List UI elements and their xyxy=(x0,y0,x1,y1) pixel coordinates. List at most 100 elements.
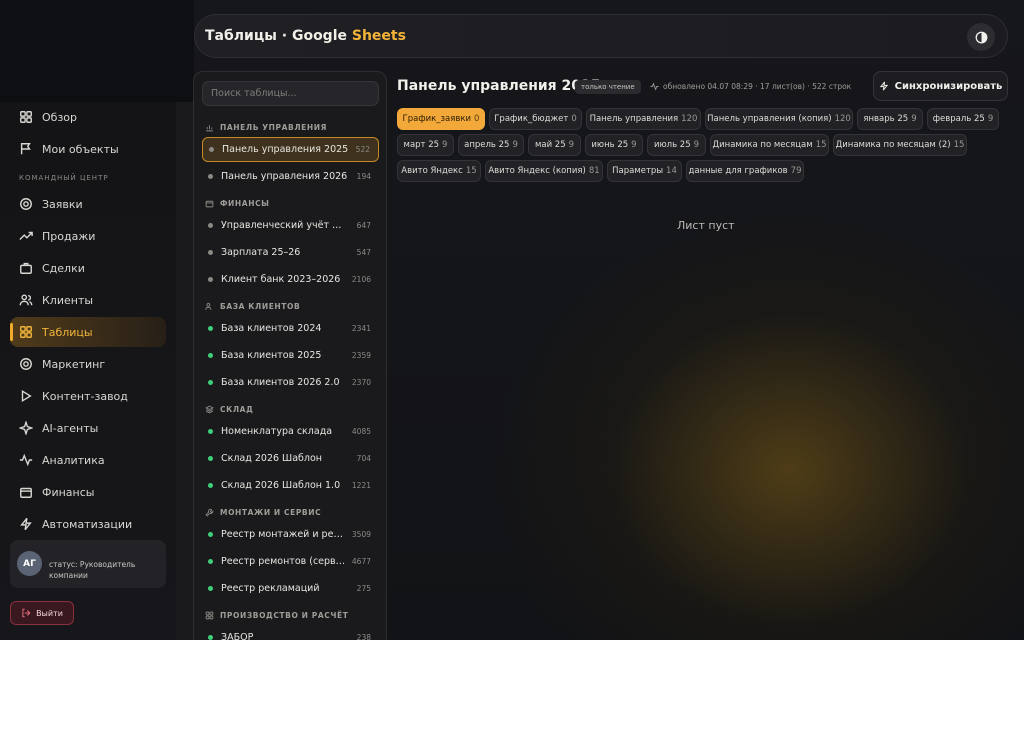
table-item[interactable]: База клиентов 2024 2341 xyxy=(202,316,379,341)
nav-item-marketing[interactable]: Маркетинг xyxy=(10,349,166,379)
sheet-tab[interactable]: График_бюджет 0 xyxy=(489,108,582,130)
nav-item-content-factory[interactable]: Контент-завод xyxy=(10,381,166,411)
table-item-label: База клиентов 2026 2.0 xyxy=(221,377,340,388)
table-item-count: 647 xyxy=(356,221,371,230)
meta-text: обновлено 04.07 08:29 · 17 лист(ов) · 52… xyxy=(663,82,852,91)
status-dot xyxy=(208,250,213,255)
logout-button[interactable]: Выйти xyxy=(10,601,74,625)
nav-item-label: Маркетинг xyxy=(42,357,106,371)
table-item[interactable]: Управленческий учёт — расходы 647 xyxy=(202,213,379,238)
table-item-label: Зарплата 25–26 xyxy=(221,247,301,258)
sheet-tab[interactable]: Авито Яндекс 15 xyxy=(397,160,481,182)
tab-count: 0 xyxy=(474,114,480,124)
table-item-label: Реестр ремонтов (сервис) xyxy=(221,556,346,567)
pulse-icon xyxy=(19,453,33,467)
user-card[interactable]: АГ статус: Руководитель компании xyxy=(10,540,166,588)
tab-count: 15 xyxy=(953,140,965,150)
tab-count: 79 xyxy=(790,166,802,176)
table-item-count: 1221 xyxy=(351,481,371,490)
status-dot xyxy=(208,326,213,331)
nav-item-label: Сделки xyxy=(42,261,85,275)
group-name: ФИНАНСЫ xyxy=(220,199,270,208)
nav-item-label: Таблицы xyxy=(42,325,93,339)
nav-item-overview[interactable]: Обзор xyxy=(10,102,166,132)
table-item-label: Управленческий учёт — расходы xyxy=(221,220,351,231)
sheet-tab[interactable]: Авито Яндекс (копия) 81 xyxy=(485,160,603,182)
sheet-tab[interactable]: Панель управления (копия) 120 xyxy=(705,108,853,130)
table-item[interactable]: Номенклатура склада 4085 xyxy=(202,419,379,444)
table-item[interactable]: Панель управления 2026 194 xyxy=(202,164,379,189)
nav-item-sales[interactable]: Продажи xyxy=(10,221,166,251)
section-label-command-center: КОМАНДНЫЙ ЦЕНТР xyxy=(19,174,109,182)
status-dot xyxy=(208,586,213,591)
tab-label: График_заявки xyxy=(402,114,472,124)
top-header: Таблицы · Google Sheets xyxy=(194,14,1008,58)
table-item[interactable]: Реестр монтажей и ремонтов 3509 xyxy=(202,522,379,547)
table-item-count: 2359 xyxy=(351,351,371,360)
nav-item-requests[interactable]: Заявки xyxy=(10,189,166,219)
nav-item-finance[interactable]: Финансы xyxy=(10,477,166,507)
nav-item-label: Продажи xyxy=(42,229,96,243)
table-item[interactable]: Зарплата 25–26 547 xyxy=(202,240,379,265)
table-item-label: Панель управления 2025 xyxy=(222,144,349,155)
target-icon xyxy=(19,357,33,371)
nav-item-ai-agents[interactable]: AI-агенты xyxy=(10,413,166,443)
sheet-tab[interactable]: Панель управления 120 xyxy=(586,108,701,130)
sheet-tab[interactable]: График_заявки 0 xyxy=(397,108,485,130)
nav-item-label: Аналитика xyxy=(42,453,105,467)
table-item-count: 2370 xyxy=(351,378,371,387)
sheet-tab[interactable]: апрель 25 9 xyxy=(458,134,524,156)
wallet-icon xyxy=(19,485,33,499)
sheet-tab[interactable]: январь 25 9 xyxy=(857,108,923,130)
sync-button[interactable]: Синхронизировать xyxy=(873,71,1008,101)
nav-item-clients[interactable]: Клиенты xyxy=(10,285,166,315)
sheet-tab[interactable]: Динамика по месяцам (2) 15 xyxy=(833,134,967,156)
table-item[interactable]: ЗАБОР 238 xyxy=(202,625,379,640)
sheet-tab[interactable]: Параметры 14 xyxy=(607,160,682,182)
table-item[interactable]: Панель управления 2025 522 xyxy=(202,137,379,162)
title-sheets: Sheets xyxy=(351,28,406,44)
nav-item-analytics[interactable]: Аналитика xyxy=(10,445,166,475)
table-item-label: ЗАБОР xyxy=(221,632,254,640)
nav-item-tables[interactable]: Таблицы xyxy=(10,317,166,347)
theme-toggle-button[interactable] xyxy=(967,23,995,51)
pulse-icon xyxy=(650,82,659,91)
sheet-tab[interactable]: данные для графиков 79 xyxy=(686,160,804,182)
play-icon xyxy=(19,389,33,403)
status-dot xyxy=(208,174,213,179)
table-item-count: 547 xyxy=(356,248,371,257)
chart-icon xyxy=(206,125,213,132)
table-item-label: Реестр рекламаций xyxy=(221,583,320,594)
table-item[interactable]: Реестр рекламаций 275 xyxy=(202,576,379,601)
table-item[interactable]: База клиентов 2026 2.0 2370 xyxy=(202,370,379,395)
table-item[interactable]: Склад 2026 Шаблон 1.0 1221 xyxy=(202,473,379,498)
group-header-installations: МОНТАЖИ И СЕРВИС xyxy=(205,508,321,517)
status-dot xyxy=(208,223,213,228)
sheet-tab[interactable]: май 25 9 xyxy=(528,134,581,156)
search-input[interactable] xyxy=(202,81,379,106)
sheet-tab[interactable]: июль 25 9 xyxy=(647,134,706,156)
sheet-title: Панель управления 2025 xyxy=(397,78,601,94)
table-item[interactable]: Реестр ремонтов (сервис) 4677 xyxy=(202,549,379,574)
status-dot xyxy=(208,559,213,564)
status-dot xyxy=(208,429,213,434)
table-item[interactable]: Склад 2026 Шаблон 704 xyxy=(202,446,379,471)
table-item-label: База клиентов 2025 xyxy=(221,350,322,361)
table-item[interactable]: База клиентов 2025 2359 xyxy=(202,343,379,368)
nav-item-my-objects[interactable]: Мои объекты xyxy=(10,134,166,164)
grid-icon xyxy=(19,110,33,124)
nav-item-automations[interactable]: Автоматизации xyxy=(10,509,166,539)
sheet-tab[interactable]: март 25 9 xyxy=(397,134,454,156)
sheet-tab[interactable]: июнь 25 9 xyxy=(585,134,643,156)
sheet-tab[interactable]: февраль 25 9 xyxy=(927,108,999,130)
table-item[interactable]: Клиент банк 2023–2026 2106 xyxy=(202,267,379,292)
tab-count: 120 xyxy=(681,114,698,124)
tab-label: Панель управления (копия) xyxy=(707,114,832,124)
table-item-count: 2341 xyxy=(351,324,371,333)
tab-count: 15 xyxy=(465,166,477,176)
sidebar-divider xyxy=(176,102,194,640)
empty-sheet-message: Лист пуст xyxy=(677,219,735,232)
nav-item-deals[interactable]: Сделки xyxy=(10,253,166,283)
sheet-tab[interactable]: Динамика по месяцам 15 xyxy=(710,134,829,156)
tab-label: Панель управления xyxy=(589,114,679,124)
